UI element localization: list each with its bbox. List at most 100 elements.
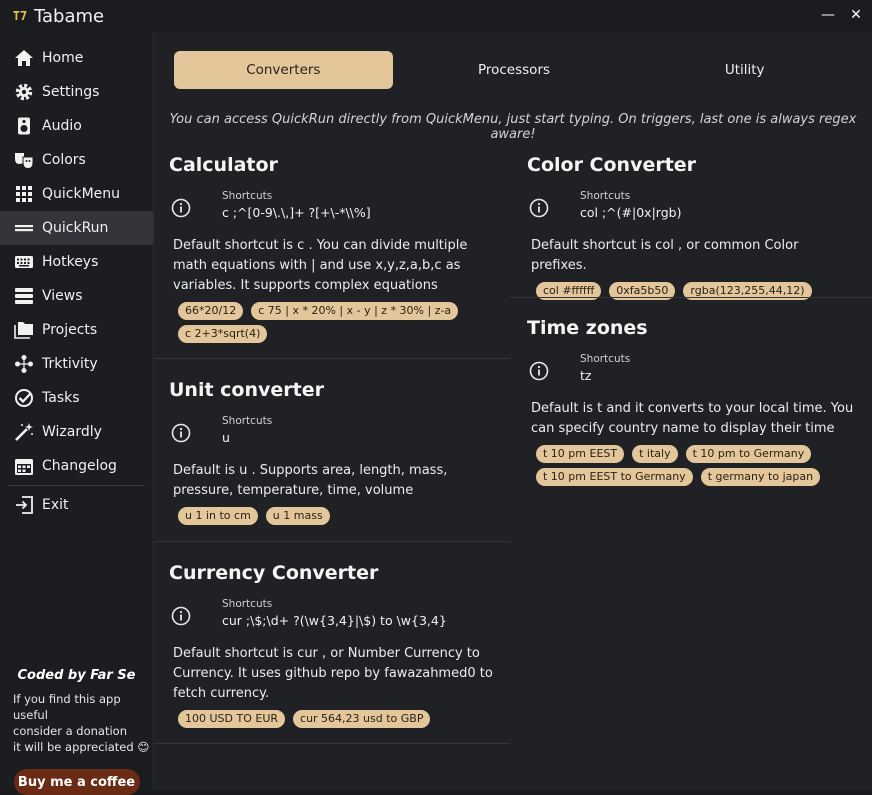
sidebar-item-quickrun[interactable]: QuickRun bbox=[0, 211, 153, 245]
home-icon bbox=[14, 48, 34, 68]
card-description: Default is t and it converts to your loc… bbox=[531, 401, 854, 436]
example-chip[interactable]: u 1 in to cm bbox=[178, 507, 258, 525]
time-zones-card: Time zones Shortcuts tz Default is t and… bbox=[527, 317, 857, 486]
color-converter-card: Color Converter Shortcuts col ;^(#|0x|rg… bbox=[527, 154, 857, 300]
card-title: Unit converter bbox=[169, 379, 324, 401]
speaker-icon bbox=[14, 116, 34, 136]
sidebar-item-colors[interactable]: Colors bbox=[0, 143, 153, 177]
card-title: Color Converter bbox=[527, 154, 697, 176]
example-chip[interactable]: t 10 pm EEST to Germany bbox=[536, 468, 693, 486]
buy-coffee-button[interactable]: Buy me a coffee bbox=[13, 769, 140, 795]
example-chip[interactable]: 66*20/12 bbox=[178, 302, 244, 320]
currency-converter-card: Currency Converter Shortcuts cur ;\$;\d+… bbox=[169, 562, 499, 728]
sidebar-item-tasks[interactable]: Tasks bbox=[0, 381, 153, 415]
sidebar-item-exit[interactable]: Exit bbox=[0, 488, 153, 522]
sidebar-item-label: Changelog bbox=[42, 458, 117, 474]
example-chips: 66*20/12 c 75 | x * 20% | x - y | z * 30… bbox=[178, 302, 499, 343]
info-icon[interactable] bbox=[529, 361, 551, 383]
card-description: Default shortcut is col , or common Colo… bbox=[531, 238, 799, 273]
sidebar-item-settings[interactable]: Settings bbox=[0, 75, 153, 109]
example-chip[interactable]: t germany to japan bbox=[700, 468, 821, 486]
calculator-card: Calculator Shortcuts c ;^[0-9\.\,]+ ?[+\… bbox=[169, 154, 499, 343]
sidebar-item-label: Audio bbox=[42, 118, 82, 134]
keyboard-icon bbox=[14, 252, 34, 272]
info-icon[interactable] bbox=[171, 423, 193, 445]
credit-title: Coded by Far Se bbox=[17, 668, 136, 683]
credit-line: If you find this app useful bbox=[13, 692, 121, 722]
sidebar-item-label: Home bbox=[42, 50, 84, 66]
sidebar-item-label: Hotkeys bbox=[42, 254, 99, 270]
magic-wand-icon bbox=[14, 422, 34, 442]
sidebar-item-audio[interactable]: Audio bbox=[0, 109, 153, 143]
section-divider bbox=[510, 297, 872, 298]
sidebar-item-trktivity[interactable]: Trktivity bbox=[0, 347, 153, 381]
sidebar-item-wizardly[interactable]: Wizardly bbox=[0, 415, 153, 449]
example-chip[interactable]: 100 USD TO EUR bbox=[178, 710, 286, 728]
shortcut-value[interactable]: cur ;\$;\d+ ?(\w{3,4}|\$) to \w{3,4} bbox=[222, 613, 447, 628]
shortcut-value[interactable]: u bbox=[222, 430, 272, 445]
shortcuts-label: Shortcuts bbox=[222, 190, 273, 202]
sidebar-item-views[interactable]: Views bbox=[0, 279, 153, 313]
sidebar-item-label: Colors bbox=[42, 152, 86, 168]
sidebar-item-home[interactable]: Home bbox=[0, 41, 153, 75]
example-chip[interactable]: u 1 mass bbox=[265, 507, 330, 525]
check-circle-icon bbox=[14, 388, 34, 408]
example-chips: 100 USD TO EUR cur 564,23 usd to GBP bbox=[178, 710, 499, 728]
calendar-icon bbox=[14, 456, 34, 476]
sidebar-item-projects[interactable]: Projects bbox=[0, 313, 153, 347]
folders-icon bbox=[14, 320, 34, 340]
app-logo-icon: T7 bbox=[12, 9, 28, 23]
card-title: Calculator bbox=[169, 154, 278, 176]
info-icon[interactable] bbox=[171, 198, 193, 220]
info-icon[interactable] bbox=[529, 198, 551, 220]
title-bar: T7 Tabame — ✕ bbox=[0, 0, 872, 32]
tab-bar: Converters Processors Utility bbox=[174, 51, 854, 89]
tab-utility[interactable]: Utility bbox=[635, 51, 854, 89]
example-chip[interactable]: cur 564,23 usd to GBP bbox=[293, 710, 431, 728]
network-icon bbox=[14, 354, 34, 374]
shortcut-value[interactable]: c ;^[0-9\.\,]+ ?[+\-*\\%] bbox=[222, 205, 371, 220]
card-description: Default shortcut is cur , or Number Curr… bbox=[173, 646, 493, 701]
example-chip[interactable]: t 10 pm to Germany bbox=[685, 445, 812, 463]
gear-icon bbox=[14, 82, 34, 102]
shortcut-value[interactable]: tz bbox=[580, 368, 630, 383]
shortcut-block: Shortcuts col ;^(#|0x|rgb) bbox=[580, 190, 681, 220]
shortcut-row: Shortcuts u bbox=[169, 415, 499, 445]
shortcut-row: Shortcuts tz bbox=[527, 353, 857, 383]
sidebar-item-hotkeys[interactable]: Hotkeys bbox=[0, 245, 153, 279]
section-divider bbox=[154, 541, 510, 542]
example-chip[interactable]: t 10 pm EEST bbox=[536, 445, 625, 463]
credit-line: consider a donation bbox=[13, 724, 127, 738]
unit-converter-card: Unit converter Shortcuts u Default is u … bbox=[169, 379, 499, 525]
credit-section: Coded by Far Se If you find this app use… bbox=[0, 668, 153, 795]
quickrun-hint: You can access QuickRun directly from Qu… bbox=[169, 112, 857, 142]
shortcut-block: Shortcuts c ;^[0-9\.\,]+ ?[+\-*\\%] bbox=[222, 190, 371, 220]
shortcut-row: Shortcuts col ;^(#|0x|rgb) bbox=[527, 190, 857, 220]
example-chips: u 1 in to cm u 1 mass bbox=[178, 507, 499, 525]
minimize-button[interactable]: — bbox=[818, 4, 838, 26]
shortcut-row: Shortcuts c ;^[0-9\.\,]+ ?[+\-*\\%] bbox=[169, 190, 499, 220]
credit-line: it will be appreciated 😊 bbox=[13, 740, 150, 754]
example-chip[interactable]: c 2+3*sqrt(4) bbox=[178, 325, 268, 343]
shortcut-block: Shortcuts cur ;\$;\d+ ?(\w{3,4}|\$) to \… bbox=[222, 598, 447, 628]
shortcut-value[interactable]: col ;^(#|0x|rgb) bbox=[580, 205, 681, 220]
section-divider bbox=[154, 358, 510, 359]
shortcut-row: Shortcuts cur ;\$;\d+ ?(\w{3,4}|\$) to \… bbox=[169, 598, 499, 628]
sidebar-item-changelog[interactable]: Changelog bbox=[0, 449, 153, 483]
example-chip[interactable]: t italy bbox=[632, 445, 678, 463]
sidebar-item-quickmenu[interactable]: QuickMenu bbox=[0, 177, 153, 211]
example-chip[interactable]: c 75 | x * 20% | x - y | z * 30% | z-a bbox=[251, 302, 459, 320]
tab-processors[interactable]: Processors bbox=[405, 51, 624, 89]
shortcuts-label: Shortcuts bbox=[580, 190, 631, 202]
info-icon[interactable] bbox=[171, 606, 193, 628]
shortcuts-label: Shortcuts bbox=[222, 598, 273, 610]
close-button[interactable]: ✕ bbox=[846, 4, 866, 26]
grid-icon bbox=[14, 184, 34, 204]
sidebar-item-label: Settings bbox=[42, 84, 100, 100]
sidebar-divider bbox=[8, 485, 145, 486]
card-title: Currency Converter bbox=[169, 562, 379, 584]
sidebar-item-label: Trktivity bbox=[42, 356, 98, 372]
tab-converters[interactable]: Converters bbox=[174, 51, 393, 89]
sidebar-item-label: Wizardly bbox=[42, 424, 102, 440]
sidebar-item-label: Views bbox=[42, 288, 83, 304]
